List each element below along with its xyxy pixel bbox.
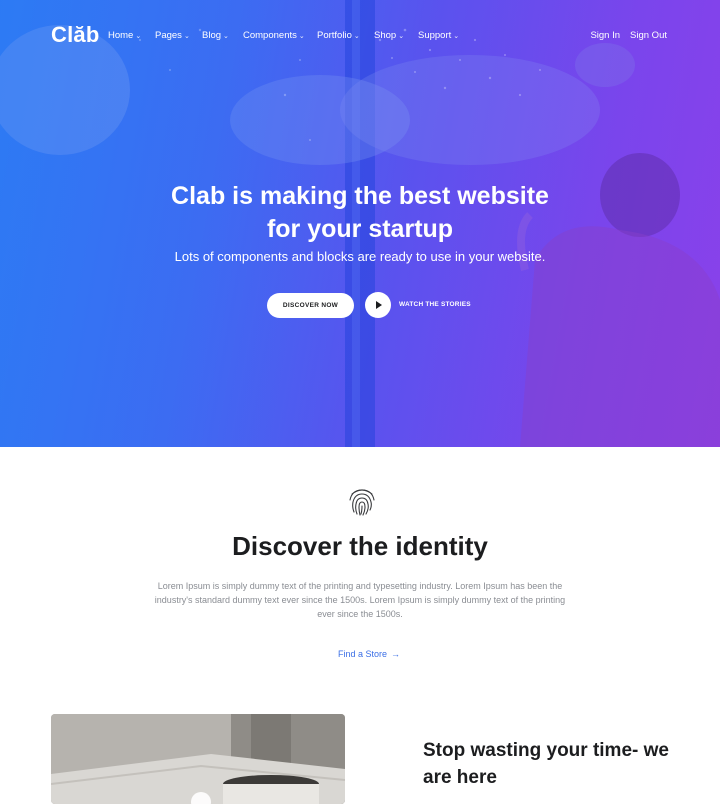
nav-item-pages[interactable]: Pages ⌄ xyxy=(155,30,202,41)
nav-item-label: Blog xyxy=(202,30,222,41)
logo[interactable]: Clăb xyxy=(51,22,99,48)
hero-title: Clab is making the best website for your… xyxy=(0,180,720,246)
chevron-down-icon: ⌄ xyxy=(353,32,360,40)
nav-item-label: Shop xyxy=(374,30,397,41)
sign-out-link[interactable]: Sign Out xyxy=(630,30,667,41)
hero-title-line: for your startup xyxy=(266,215,454,243)
auth-links: Sign In Sign Out xyxy=(590,30,667,41)
nav-item-portfolio[interactable]: Portfolio ⌄ xyxy=(317,30,374,41)
hero-section: Clăb Home ⌄ Pages ⌄ Blog ⌄ Components ⌄ Port… xyxy=(0,0,720,447)
find-store-label: Find a Store xyxy=(338,649,388,659)
find-store-link[interactable]: Find a Store → xyxy=(338,649,400,659)
chevron-down-icon: ⌄ xyxy=(453,32,460,40)
hero-subtitle: Lots of components and blocks are ready … xyxy=(174,249,546,264)
fingerprint-icon xyxy=(349,489,375,516)
nav-item-home[interactable]: Home ⌄ xyxy=(108,30,155,41)
nav-item-label: Home xyxy=(108,30,134,41)
play-video-button[interactable] xyxy=(365,292,391,318)
main-menu: Home ⌄ Pages ⌄ Blog ⌄ Components ⌄ Portfolio… xyxy=(108,30,470,41)
watch-stories-link[interactable]: WATCH THE STORIES xyxy=(399,301,471,308)
nav-item-components[interactable]: Components ⌄ xyxy=(243,30,317,41)
nav-item-label: Portfolio xyxy=(317,30,352,41)
nav-item-support[interactable]: Support ⌄ xyxy=(418,30,470,41)
arrow-right-icon: → xyxy=(391,649,401,659)
nav-item-label: Support xyxy=(418,30,452,41)
identity-title: Discover the identity xyxy=(232,531,488,561)
nav-item-shop[interactable]: Shop ⌄ xyxy=(374,30,418,41)
chevron-down-icon: ⌄ xyxy=(135,32,142,40)
chevron-down-icon: ⌄ xyxy=(183,32,190,40)
nav-item-label: Components xyxy=(243,30,297,41)
chevron-down-icon: ⌄ xyxy=(398,32,405,40)
sign-in-link[interactable]: Sign In xyxy=(590,30,620,41)
identity-description: Lorem Ipsum is simply dummy text of the … xyxy=(154,581,566,619)
chevron-down-icon: ⌄ xyxy=(298,32,305,40)
chevron-down-icon: ⌄ xyxy=(223,32,229,40)
top-navbar: Clăb Home ⌄ Pages ⌄ Blog ⌄ Components ⌄ Port… xyxy=(0,0,720,70)
coffee-image xyxy=(51,714,345,804)
discover-now-button[interactable]: DISCOVER NOW xyxy=(267,293,354,318)
nav-item-blog[interactable]: Blog ⌄ xyxy=(202,30,243,41)
hero-title-line: Clab is making the best website xyxy=(171,182,549,210)
feature-title: Stop wasting your time- we are here xyxy=(423,740,669,788)
nav-item-label: Pages xyxy=(155,30,182,41)
coffee-photo xyxy=(51,714,345,804)
play-icon xyxy=(376,301,382,309)
